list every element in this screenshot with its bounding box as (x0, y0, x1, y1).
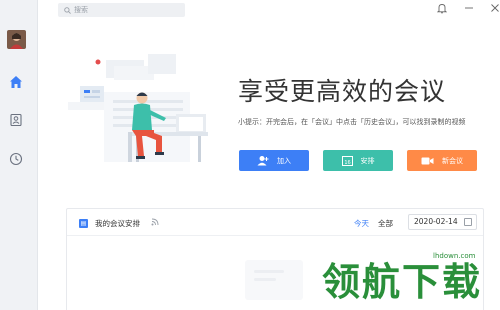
home-icon[interactable] (6, 72, 26, 92)
video-camera-icon (421, 157, 434, 164)
watermark-url: lhdown.com (432, 252, 477, 260)
new-meeting-button[interactable]: 新会议 (407, 150, 477, 171)
date-picker[interactable]: 2020-02-14 (408, 214, 477, 230)
filter-today[interactable]: 今天 (354, 218, 369, 229)
new-meeting-label: 新会议 (442, 156, 463, 165)
subscribe-feed-icon[interactable] (151, 218, 159, 226)
calendar-picker-icon (464, 218, 472, 226)
history-clock-icon[interactable] (6, 149, 26, 169)
schedule-list-icon: ▤ (79, 219, 88, 228)
topbar: 搜索 (38, 0, 500, 22)
panel-header: ▤ 我的会议安排 今天 全部 2020-02-14 (67, 209, 483, 236)
close-icon[interactable] (488, 1, 500, 15)
sidebar (0, 0, 38, 310)
join-label: 加入 (277, 156, 291, 165)
search-icon (64, 6, 71, 14)
empty-state-line (254, 278, 276, 281)
search-input[interactable]: 搜索 (58, 3, 185, 17)
date-value: 2020-02-14 (414, 217, 458, 226)
panel-title: 我的会议安排 (95, 219, 140, 228)
contacts-icon[interactable] (6, 110, 26, 130)
calendar-icon: 16 (341, 156, 353, 166)
notification-bell-icon[interactable] (435, 1, 449, 15)
join-meeting-button[interactable]: 加入 (239, 150, 309, 171)
hero-title: 享受更高效的会议 (238, 77, 447, 106)
schedule-meeting-button[interactable]: 16 安排 (323, 150, 393, 171)
add-user-icon (257, 156, 269, 166)
avatar[interactable] (7, 30, 26, 49)
hero-illustration (58, 52, 218, 170)
search-placeholder: 搜索 (74, 6, 88, 14)
empty-state-line (254, 270, 284, 273)
minimize-icon[interactable] (462, 1, 476, 15)
filter-all[interactable]: 全部 (378, 218, 393, 229)
schedule-label: 安排 (360, 156, 375, 165)
svg-text:16: 16 (344, 160, 350, 166)
hero-tip: 小提示：开完会后，在「会议」中点击「历史会议」，可以找到录制的视频 (238, 118, 466, 126)
